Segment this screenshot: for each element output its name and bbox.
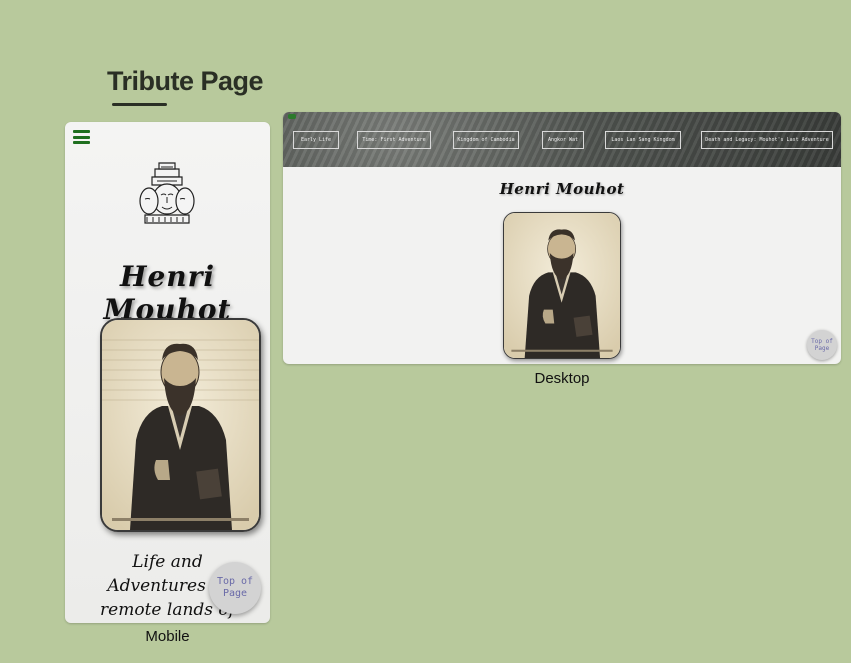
top-of-page-button[interactable]: Top of Page bbox=[807, 330, 837, 360]
desktop-hero-name: Henri Mouhot bbox=[499, 180, 625, 198]
page-title: Tribute Page bbox=[107, 66, 264, 96]
nav-link-cambodia[interactable]: Kingdom of Cambodia bbox=[453, 131, 519, 149]
bayon-face-logo-icon bbox=[137, 159, 197, 229]
nav-link-angkor-wat[interactable]: Angkor Wat bbox=[542, 131, 584, 149]
nav-link-early-life[interactable]: Early Life bbox=[293, 131, 339, 149]
title-underline bbox=[112, 103, 167, 106]
top-button-line: Page bbox=[814, 345, 830, 352]
desktop-portrait-image bbox=[503, 212, 621, 359]
nav-link-first-adventure[interactable]: Time: First Adventure bbox=[357, 131, 431, 149]
mobile-portrait-image bbox=[100, 318, 261, 532]
top-of-page-button[interactable]: Top of Page bbox=[209, 562, 261, 614]
desktop-caption: Desktop bbox=[534, 370, 590, 387]
top-button-line: Top of bbox=[811, 338, 833, 345]
top-button-line: Page bbox=[222, 588, 248, 599]
nav-link-death-legacy[interactable]: Death and Legacy: Mouhot's Last Adventur… bbox=[701, 131, 833, 149]
mobile-caption: Mobile bbox=[145, 628, 190, 645]
mobile-preview: Henri Mouhot Life and Adventures in remo… bbox=[65, 122, 270, 623]
desktop-preview: Early Life Time: First Adventure Kingdom… bbox=[283, 112, 841, 364]
hamburger-menu-icon[interactable] bbox=[73, 130, 90, 144]
desktop-navbar: Early Life Time: First Adventure Kingdom… bbox=[283, 112, 841, 167]
nav-link-laos[interactable]: Laos Lan Sang Kingdom bbox=[605, 131, 681, 149]
top-button-line: Top of bbox=[216, 576, 254, 587]
mobile-hero-name: Henri Mouhot bbox=[103, 260, 232, 326]
nav-menu-icon bbox=[288, 114, 296, 119]
